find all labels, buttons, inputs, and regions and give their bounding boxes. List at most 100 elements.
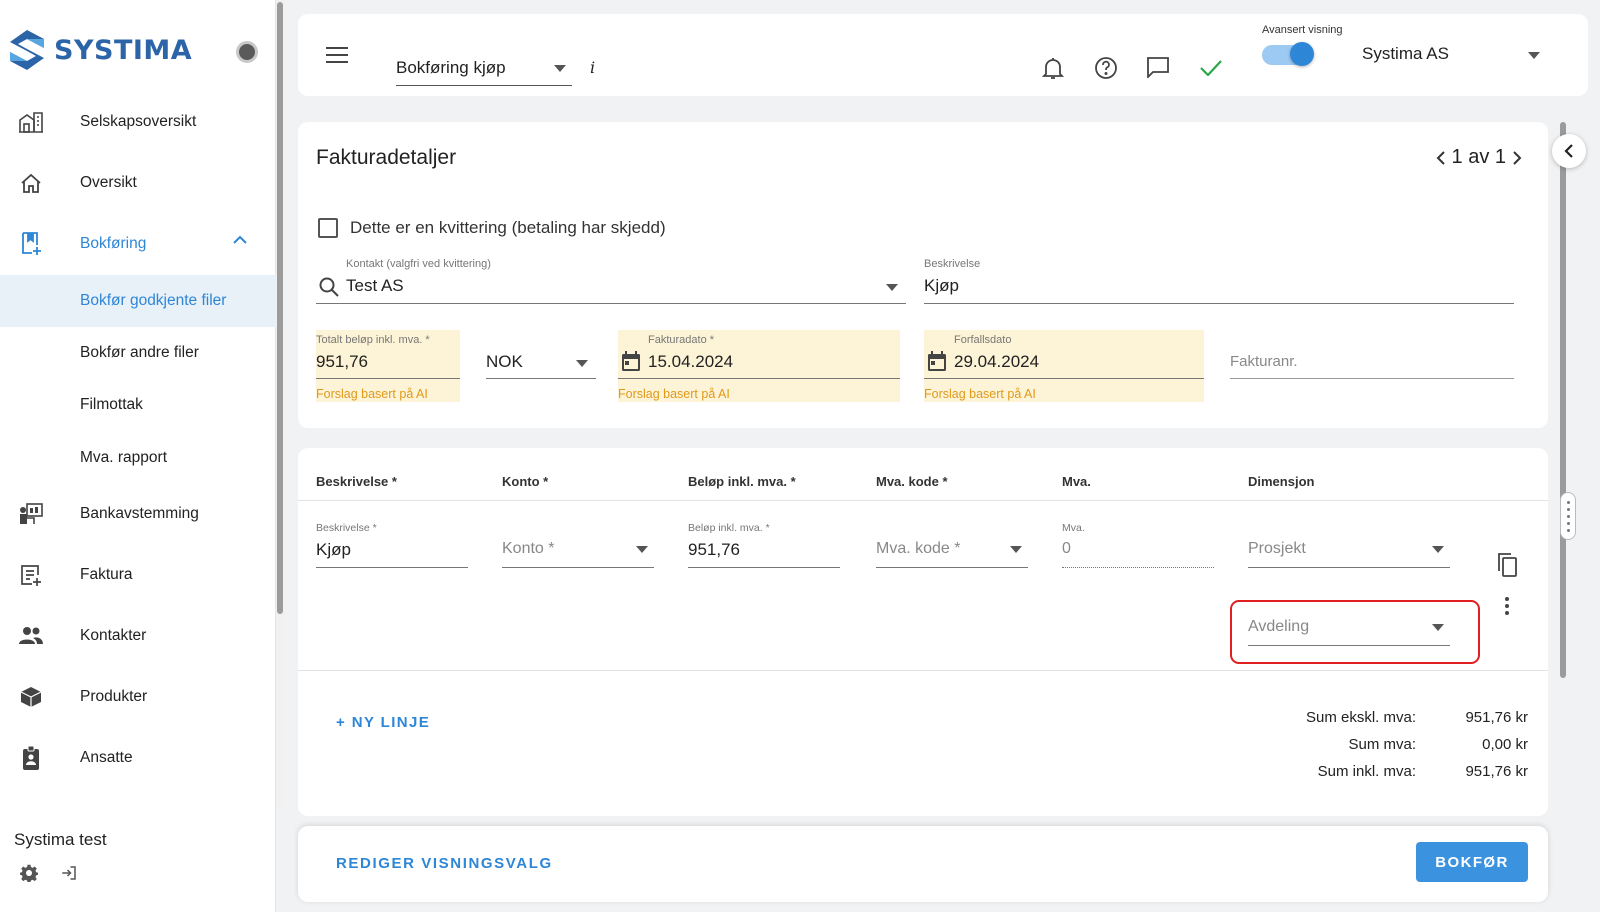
receipt-checkbox-row[interactable]: Dette er en kvittering (betaling har skj… bbox=[318, 218, 666, 238]
bank-reconcile-icon bbox=[18, 501, 44, 527]
line-vat-code-placeholder: Mva. kode * bbox=[876, 540, 961, 557]
more-vert-icon[interactable] bbox=[1504, 596, 1510, 616]
line-amount-field[interactable]: Beløp inkl. mva. * 951,76 bbox=[688, 512, 840, 568]
line-vat-value: 0 bbox=[1062, 540, 1071, 557]
sidebar-item-kontakter[interactable]: Kontakter bbox=[0, 610, 276, 662]
invoice-date-label: Fakturadato * bbox=[648, 334, 715, 346]
divider bbox=[298, 500, 1548, 501]
sidebar-item-label: Produkter bbox=[80, 688, 148, 705]
invoice-date-field[interactable]: Fakturadato * 15.04.2024 Forslag basert … bbox=[618, 330, 900, 402]
new-line-button[interactable]: + NY LINJE bbox=[336, 714, 430, 731]
copy-icon[interactable] bbox=[1496, 552, 1518, 578]
advanced-view-toggle[interactable] bbox=[1262, 42, 1314, 68]
help-icon[interactable] bbox=[1094, 56, 1118, 80]
sidebar-scrollbar[interactable] bbox=[276, 0, 284, 808]
caret-down-icon[interactable] bbox=[1528, 52, 1540, 59]
sidebar-item-label: Bokfør godkjente filer bbox=[80, 292, 227, 309]
sum-row-vat: Sum mva: 0,00 kr bbox=[1216, 731, 1528, 758]
user-status-icon[interactable] bbox=[236, 41, 258, 63]
systima-logo-icon bbox=[10, 30, 44, 70]
line-account-select[interactable]: Konto * bbox=[502, 512, 654, 568]
description-value: Kjøp bbox=[924, 276, 959, 295]
col-header-mva-kode: Mva. kode * bbox=[876, 474, 948, 489]
sidebar-item-label: Bokføring bbox=[80, 235, 147, 252]
sum-label: Sum inkl. mva: bbox=[1317, 763, 1416, 780]
contact-field[interactable]: Kontakt (valgfri ved kvittering) Test AS bbox=[316, 252, 906, 304]
main-scrollbar[interactable] bbox=[1560, 122, 1566, 678]
line-vat-label: Mva. bbox=[1062, 522, 1085, 534]
line-description-field[interactable]: Beskrivelse * Kjøp bbox=[316, 512, 468, 568]
due-date-label: Forfallsdato bbox=[954, 334, 1012, 346]
sum-row-excl: Sum ekskl. mva: 951,76 kr bbox=[1216, 704, 1528, 731]
total-amount-field[interactable]: Totalt beløp inkl. mva. * 951,76 Forslag… bbox=[316, 330, 460, 402]
sidebar-item-label: Faktura bbox=[80, 566, 133, 583]
line-project-select[interactable]: Prosjekt bbox=[1248, 512, 1450, 568]
chevron-left-icon bbox=[1564, 144, 1573, 158]
total-amount-value: 951,76 bbox=[316, 352, 368, 371]
submit-bokfor-button[interactable]: BOKFØR bbox=[1416, 842, 1528, 882]
line-account-placeholder: Konto * bbox=[502, 540, 555, 557]
gear-icon[interactable] bbox=[20, 864, 38, 882]
sidebar-item-bokfor-godkjente-filer[interactable]: Bokfør godkjente filer bbox=[0, 275, 276, 327]
ai-suggestion-hint: Forslag basert på AI bbox=[924, 387, 1036, 401]
caret-down-icon bbox=[1010, 546, 1022, 553]
invoice-number-placeholder: Fakturanr. bbox=[1230, 353, 1298, 370]
sidebar-item-filmottak[interactable]: Filmottak bbox=[0, 379, 276, 431]
line-vat-code-select[interactable]: Mva. kode * bbox=[876, 512, 1028, 568]
col-header-mva: Mva. bbox=[1062, 474, 1091, 489]
sum-label: Sum ekskl. mva: bbox=[1305, 709, 1416, 726]
sidebar-item-bokforing[interactable]: Bokføring bbox=[0, 218, 276, 270]
chevron-right-icon[interactable] bbox=[1512, 150, 1522, 166]
description-label: Beskrivelse bbox=[924, 258, 981, 270]
sidebar-item-bokfor-andre-filer[interactable]: Bokfør andre filer bbox=[0, 327, 276, 379]
bell-icon[interactable] bbox=[1042, 56, 1064, 80]
pager: 1 av 1 bbox=[1436, 146, 1522, 169]
badge-icon bbox=[18, 745, 44, 771]
sum-value: 0,00 kr bbox=[1482, 736, 1528, 753]
resize-handle[interactable] bbox=[1560, 492, 1576, 540]
advanced-view-label: Avansert visning bbox=[1262, 24, 1343, 36]
company-select[interactable]: Systima AS bbox=[1362, 44, 1449, 64]
invoice-lines-card: Beskrivelse * Konto * Beløp inkl. mva. *… bbox=[298, 448, 1548, 816]
sidebar-scrollbar-thumb[interactable] bbox=[277, 2, 283, 614]
invoice-number-field[interactable]: Fakturanr. bbox=[1230, 330, 1514, 379]
sidebar-item-oversikt[interactable]: Oversikt bbox=[0, 157, 276, 209]
sidebar-item-selskapsoversikt[interactable]: Selskapsoversikt bbox=[0, 96, 276, 148]
due-date-field[interactable]: Forfallsdato 29.04.2024 Forslag basert p… bbox=[924, 330, 1204, 402]
check-icon[interactable] bbox=[1200, 60, 1222, 76]
sidebar-item-produkter[interactable]: Produkter bbox=[0, 671, 276, 723]
total-amount-label: Totalt beløp inkl. mva. * bbox=[316, 334, 430, 346]
invoice-date-value: 15.04.2024 bbox=[648, 352, 734, 371]
description-field[interactable]: Beskrivelse Kjøp bbox=[924, 252, 1514, 304]
line-vat-field: Mva. 0 bbox=[1062, 512, 1214, 568]
logo[interactable]: SYSTIMA bbox=[8, 28, 192, 72]
sum-label: Sum mva: bbox=[1348, 736, 1416, 753]
sidebar-item-label: Mva. rapport bbox=[80, 449, 168, 466]
sidebar-item-mva-rapport[interactable]: Mva. rapport bbox=[0, 432, 276, 484]
currency-select[interactable]: NOK bbox=[486, 330, 596, 379]
top-bar: Bokføring kjøp i Avansert visning Systim… bbox=[298, 14, 1588, 96]
sidebar-item-faktura[interactable]: Faktura bbox=[0, 549, 276, 601]
sidebar-item-label: Filmottak bbox=[80, 396, 143, 413]
sidebar-company-name: Systima test bbox=[14, 830, 107, 849]
collapse-panel-button[interactable] bbox=[1552, 134, 1586, 168]
invoice-details-card: Fakturadetaljer 1 av 1 Dette er en kvitt… bbox=[298, 122, 1548, 428]
sidebar-item-bankavstemming[interactable]: Bankavstemming bbox=[0, 488, 276, 540]
receipt-checkbox[interactable] bbox=[318, 218, 338, 238]
calendar-icon[interactable] bbox=[620, 350, 642, 372]
calendar-icon[interactable] bbox=[926, 350, 948, 372]
logout-icon[interactable] bbox=[60, 864, 78, 882]
caret-down-icon bbox=[886, 284, 898, 291]
info-icon[interactable]: i bbox=[590, 58, 595, 77]
chat-icon[interactable] bbox=[1146, 56, 1170, 78]
sidebar-item-label: Bokfør andre filer bbox=[80, 344, 199, 361]
sidebar-item-ansatte[interactable]: Ansatte bbox=[0, 732, 276, 784]
edit-view-settings-button[interactable]: REDIGER VISNINGSVALG bbox=[336, 855, 553, 872]
hamburger-menu-icon[interactable] bbox=[326, 47, 348, 63]
ai-suggestion-hint: Forslag basert på AI bbox=[618, 387, 730, 401]
sidebar-item-label: Ansatte bbox=[80, 749, 133, 766]
divider bbox=[298, 670, 1548, 671]
module-select[interactable]: Bokføring kjøp bbox=[396, 40, 572, 86]
chevron-left-icon[interactable] bbox=[1436, 150, 1446, 166]
sidebar-item-label: Kontakter bbox=[80, 627, 147, 644]
